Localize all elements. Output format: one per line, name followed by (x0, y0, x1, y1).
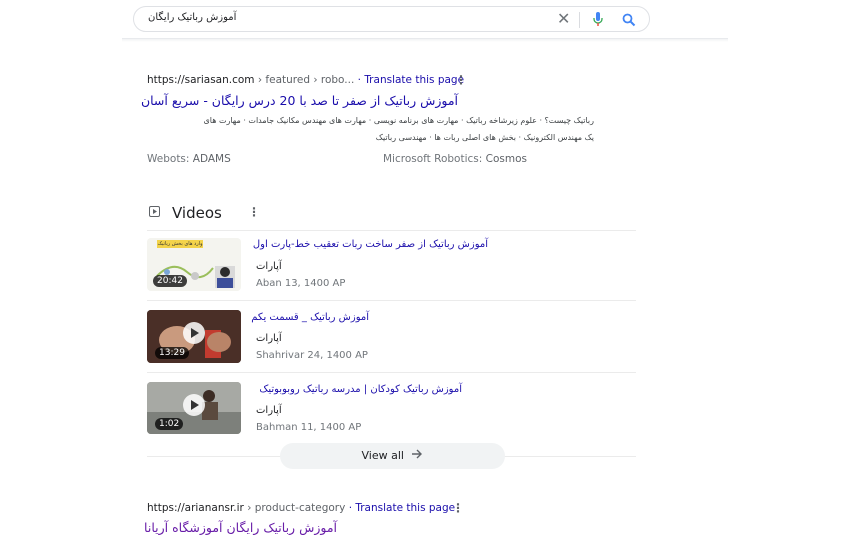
video-section-icon (149, 206, 160, 217)
more-options-icon[interactable]: ⋮ (455, 74, 467, 86)
result-title[interactable]: آموزش رباتیک رایگان آموزشگاه آریانا (144, 520, 337, 535)
video-thumbnail[interactable]: 13:29 (147, 310, 241, 363)
view-all-button[interactable]: View all (280, 443, 505, 469)
meta-value: ADAMS (192, 153, 231, 165)
clear-icon[interactable]: ✕ (557, 10, 570, 28)
result-meta-right: Microsoft Robotics: Cosmos (383, 153, 527, 165)
video-date: Aban 13, 1400 AP (256, 278, 346, 289)
divider (147, 372, 636, 373)
video-date: Shahrivar 24, 1400 AP (256, 350, 368, 361)
result-title[interactable]: آموزش رباتیک از صفر تا صد با 20 درس رایگ… (141, 93, 458, 108)
video-item[interactable]: وارد های بخش رباتیک 20:42 آموزش رباتیک ا… (147, 238, 636, 294)
search-divider (579, 12, 580, 28)
video-source: آپارات (256, 405, 282, 416)
meta-value: Cosmos (485, 153, 527, 165)
search-input[interactable]: آموزش رباتیک رایگان (148, 12, 236, 23)
translate-link[interactable]: · Translate this page (358, 74, 464, 86)
result-meta-left: Webots: ADAMS (147, 153, 231, 165)
video-source: آپارات (256, 333, 282, 344)
video-title[interactable]: آموزش رباتیک _ قسمت یکم (251, 312, 369, 323)
video-source: آپارات (256, 261, 282, 272)
search-box[interactable]: آموزش رباتیک رایگان ✕ (133, 6, 650, 32)
video-duration: 20:42 (153, 275, 187, 287)
microphone-icon[interactable] (593, 12, 603, 31)
result-url[interactable]: https://arianansr.ir › product-category … (147, 502, 455, 514)
search-icon[interactable] (622, 12, 636, 31)
divider (147, 300, 636, 301)
url-domain: https://sariasan.com (147, 74, 255, 86)
videos-more-icon[interactable]: ⋮ (248, 206, 260, 218)
result-snippet-line-2: یک مهندس الکترونیک · بخش های اصلی ربات ه… (375, 133, 594, 142)
result-url[interactable]: https://sariasan.com › featured › robo..… (147, 74, 464, 86)
result-snippet-line-1: رباتیک چیست؟ · علوم زیرشاخه رباتیک · مها… (203, 116, 594, 125)
video-thumbnail[interactable]: 1:02 (147, 382, 241, 434)
url-breadcrumb: › featured › robo... (254, 74, 358, 86)
translate-link[interactable]: · Translate this page (349, 502, 455, 514)
view-all-label: View all (361, 449, 404, 462)
thumbnail-caption: وارد های بخش رباتیک (157, 240, 203, 248)
arrow-right-icon (411, 443, 423, 469)
play-icon[interactable] (183, 322, 205, 344)
videos-heading: Videos (172, 204, 222, 222)
play-icon[interactable] (183, 394, 205, 416)
divider (147, 230, 636, 231)
video-title[interactable]: آموزش رباتیک کودکان | مدرسه رباتیک روبوب… (259, 384, 462, 395)
video-thumbnail[interactable]: وارد های بخش رباتیک 20:42 (147, 238, 241, 291)
video-date: Bahman 11, 1400 AP (256, 422, 362, 433)
video-item[interactable]: 13:29 آموزش رباتیک _ قسمت یکم آپارات Sha… (147, 310, 636, 366)
more-options-icon[interactable]: ⋮ (452, 502, 464, 514)
video-duration: 1:02 (155, 418, 184, 430)
video-item[interactable]: 1:02 آموزش رباتیک کودکان | مدرسه رباتیک … (147, 382, 636, 438)
meta-label: Webots: (147, 153, 193, 165)
url-breadcrumb: › product-category (243, 502, 349, 514)
meta-label: Microsoft Robotics: (383, 153, 486, 165)
url-domain: https://arianansr.ir (147, 502, 244, 514)
header-shadow (122, 39, 728, 42)
video-title[interactable]: آموزش رباتیک از صفر ساخت ربات تعقیب خط-پ… (253, 239, 488, 250)
video-duration: 13:29 (155, 347, 189, 359)
